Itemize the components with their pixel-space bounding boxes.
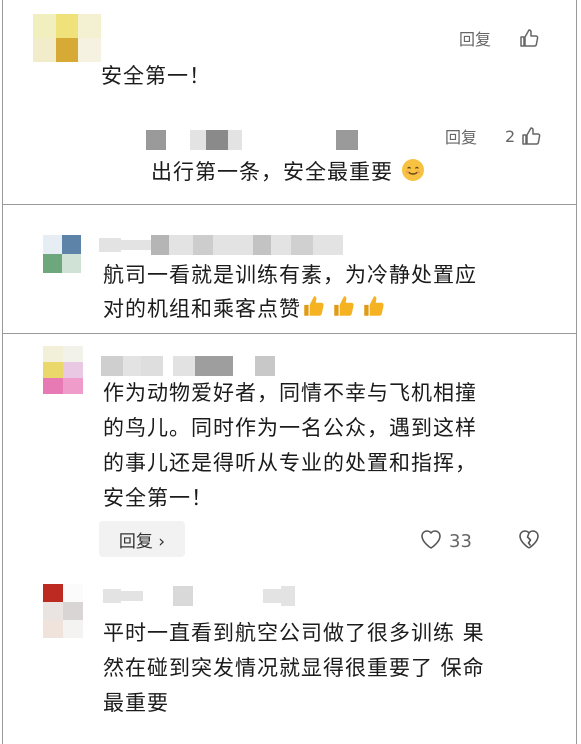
avatar[interactable] [33,14,101,62]
avatar[interactable] [43,235,81,273]
broken-heart-icon[interactable] [517,528,541,554]
heart-icon[interactable] [419,528,443,555]
reply-label: 回复 [459,30,492,49]
comment-text-line-1: 航司一看就是训练有素，为冷静处置应 [103,263,477,287]
comment-text-line-2: 对的机组和乘客点赞 [103,293,387,329]
reply-username-mosaic [146,130,358,150]
dislike-action[interactable] [517,528,541,554]
thumb-up-icon[interactable] [521,126,541,146]
comment-text-line-3: 最重要 [103,691,169,715]
avatar[interactable] [43,584,83,638]
thumb-up-icon[interactable] [519,28,539,48]
reply-action-nested[interactable]: 回复 2 [445,124,541,148]
avatar[interactable] [43,346,83,394]
username-mosaic [99,235,343,255]
like-count: 2 [505,126,516,146]
thumbs-up-emoji-icon [301,293,327,329]
comment-text: 安全第一！ [101,64,211,88]
comment-card-2: 航司一看就是训练有素，为冷静处置应 对的机组和乘客点赞 [2,204,577,334]
reply-text: 出行第一条，安全最重要 [151,156,425,192]
comment-card-3: 作为动物爱好者，同情不幸与飞机相撞 的鸟儿。同时作为一名公众，遇到这样 的事儿还… [2,333,577,744]
comment-card-1: 回复 安全第一！ 回复 2 出行第一条，安全最重要 [2,0,577,205]
comment-text-line-2-content: 对的机组和乘客点赞 [103,297,301,321]
reply-text-content: 出行第一条，安全最重要 [151,160,393,184]
reply-button[interactable]: 回复 › [99,521,185,557]
like-count: 33 [449,531,472,552]
comment-text-line-1: 作为动物爱好者，同情不幸与飞机相撞 [103,381,477,405]
thumbs-up-emoji-icon [331,293,357,329]
smile-emoji-icon [401,158,425,192]
comment-text-line-2: 然在碰到突发情况就显得很重要了 保命 [103,656,485,680]
comment-text-line-2: 的鸟儿。同时作为一名公众，遇到这样 [103,416,477,440]
comment-text-line-1: 平时一直看到航空公司做了很多训练 果 [103,621,485,645]
comment-text-line-4: 安全第一！ [103,486,213,510]
username-mosaic [101,356,275,376]
comment-text-line-3: 的事儿还是得听从专业的处置和指挥， [103,451,477,475]
thumbs-up-emoji-icon [361,293,387,329]
reply-action[interactable]: 回复 [459,26,539,50]
like-action[interactable]: 33 [419,528,472,555]
username-mosaic [103,586,295,606]
reply-label: 回复 [445,128,478,147]
